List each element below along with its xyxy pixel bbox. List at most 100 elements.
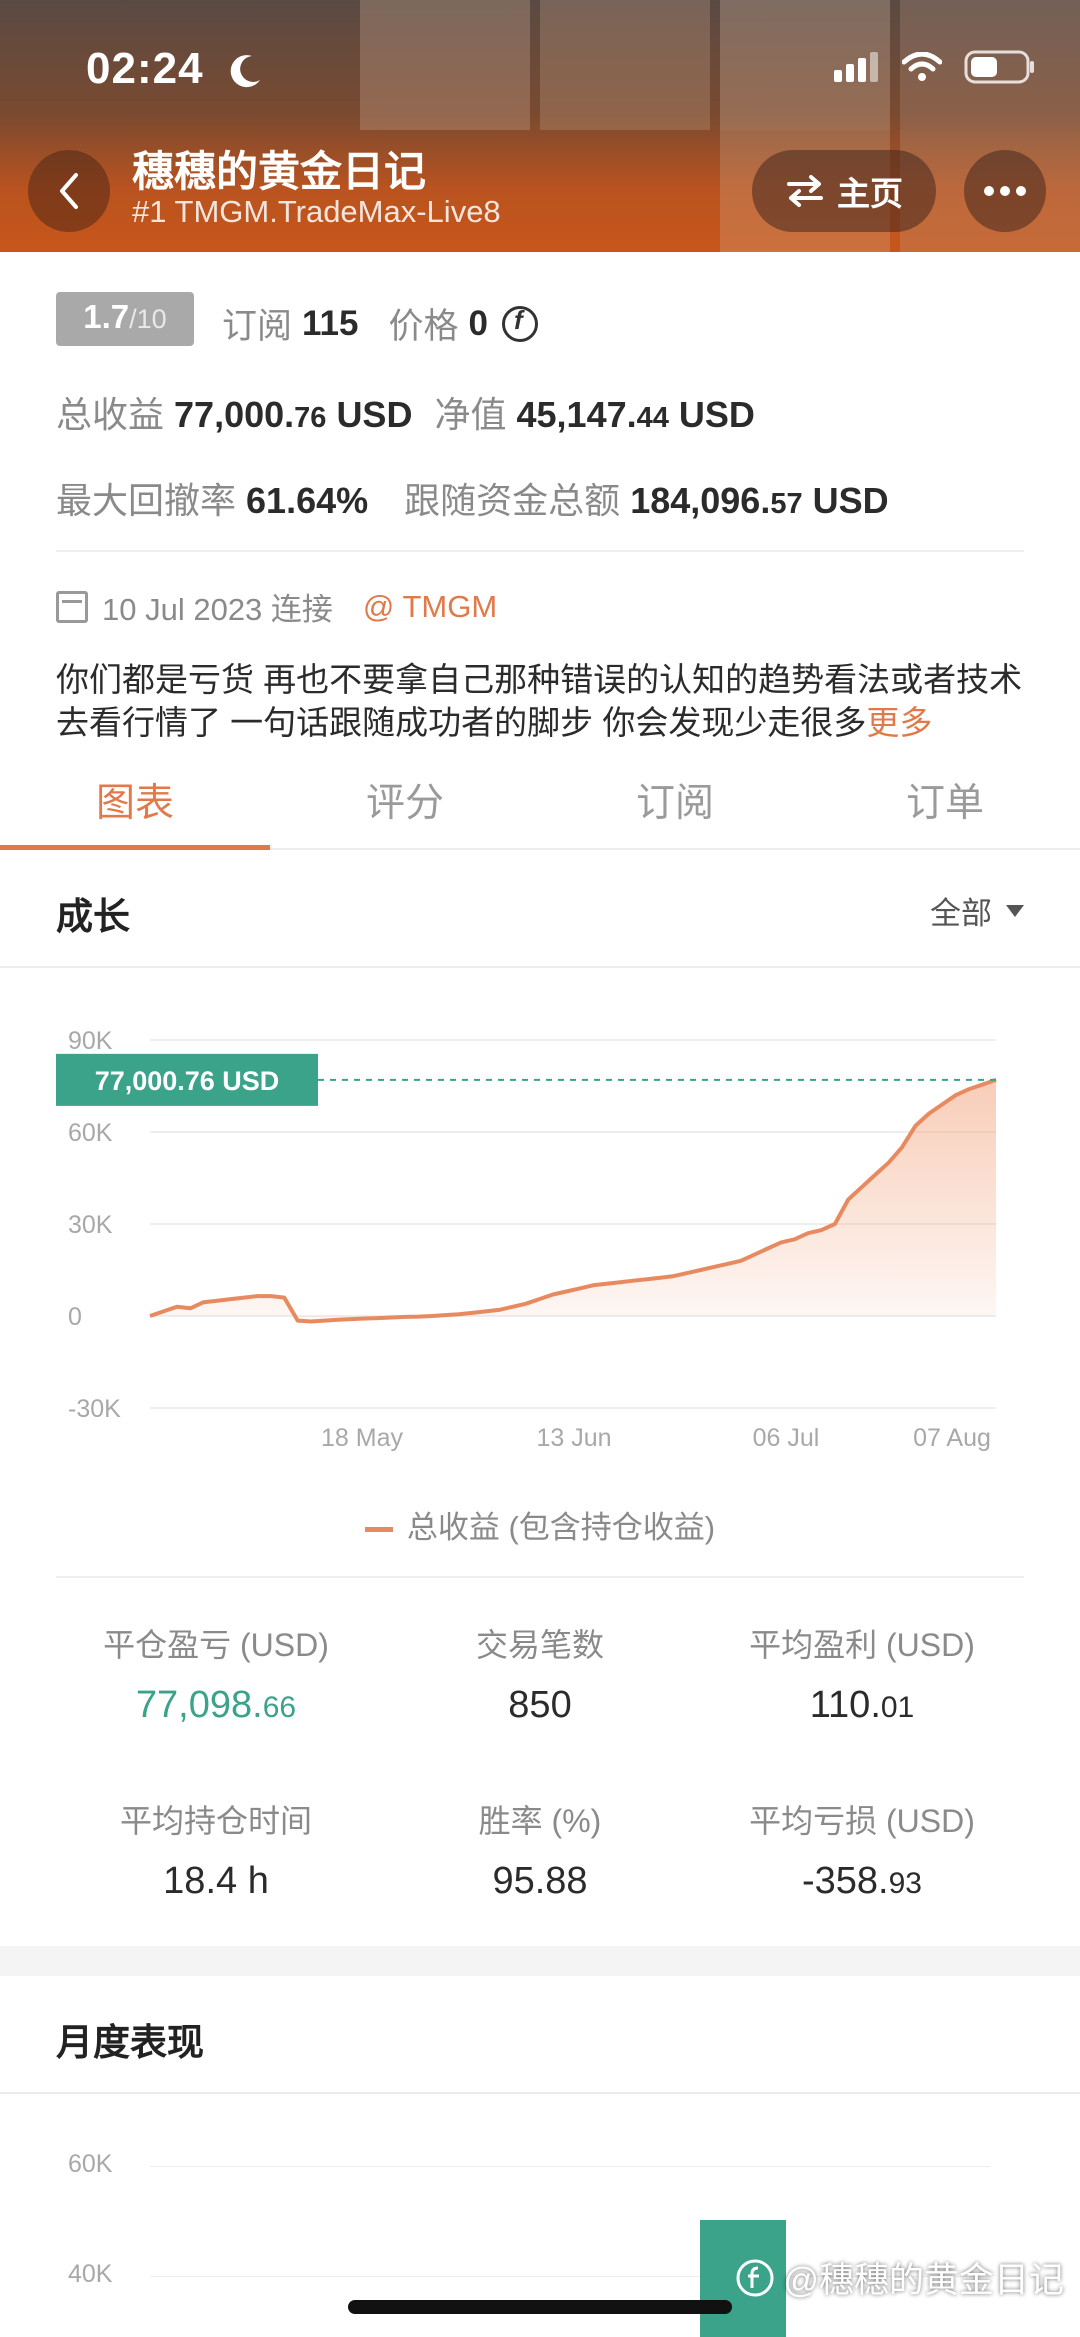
connect-row: 10 Jul 2023 连接 @ TMGM bbox=[56, 584, 497, 629]
section-gap bbox=[0, 1946, 1080, 1976]
stat-label: 交易笔数 bbox=[475, 1627, 604, 1663]
profile-header: 02:24 穗穗的黄金日记 #1 TMGM.TradeMax-Live8 主页 bbox=[0, 0, 1080, 252]
back-button[interactable] bbox=[28, 150, 110, 232]
home-button[interactable]: 主页 bbox=[752, 150, 936, 232]
more-link[interactable]: 更多 bbox=[866, 704, 932, 741]
subscribe-count: 115 bbox=[302, 303, 359, 343]
equity-unit: USD bbox=[678, 394, 755, 435]
stat-win-rate: 胜率 (%) 95.88 bbox=[390, 1796, 690, 1903]
stat-label: 平均亏损 (USD) bbox=[749, 1803, 975, 1839]
chart-area bbox=[150, 1079, 996, 1322]
stat-int: 18.4 h bbox=[163, 1860, 269, 1902]
stat-closed-pnl: 平仓盈亏 (USD) 77,098.66 bbox=[66, 1620, 366, 1727]
home-button-label: 主页 bbox=[837, 175, 903, 212]
equity-value: 45,147.44 USD bbox=[517, 394, 755, 435]
more-options-button[interactable] bbox=[964, 150, 1046, 232]
follow-funds-value: 184,096.57 USD bbox=[630, 480, 888, 521]
stat-label: 平仓盈亏 (USD) bbox=[103, 1627, 329, 1663]
stat-dec: 66 bbox=[262, 1691, 297, 1724]
tab-bar: 图表 评分 订阅 订单 bbox=[0, 760, 1080, 850]
total-profit-int: 77,000. bbox=[174, 394, 295, 435]
status-time: 02:24 bbox=[86, 44, 204, 93]
stat-label: 胜率 (%) bbox=[478, 1803, 602, 1839]
max-drawdown-value: 61.64% bbox=[246, 480, 369, 521]
swap-icon bbox=[787, 175, 823, 207]
strategy-description: 你们都是亏货 再也不要拿自己那种错误的认知的趋势看法或者技术去看行情了 一句话跟… bbox=[56, 658, 1036, 744]
wifi-icon bbox=[902, 52, 942, 81]
chart-y-tick: -30K bbox=[68, 1395, 121, 1423]
stat-value: 95.88 bbox=[390, 1860, 690, 1903]
weibo-logo-icon bbox=[736, 2259, 774, 2296]
stat-label: 平均盈利 (USD) bbox=[749, 1627, 975, 1663]
equity-label: 净值 bbox=[434, 394, 507, 435]
follow-funds-unit: USD bbox=[812, 480, 889, 521]
watermark: @穗穗的黄金日记 bbox=[735, 2252, 1064, 2303]
stat-int: 77,098. bbox=[135, 1684, 263, 1726]
stat-dec: 01 bbox=[880, 1691, 915, 1724]
monthly-y-tick: 60K bbox=[68, 2150, 113, 2178]
legend-swatch bbox=[364, 1527, 393, 1533]
range-dropdown[interactable]: 全部 bbox=[930, 888, 1024, 933]
home-indicator[interactable] bbox=[348, 2300, 732, 2314]
chart-x-tick: 07 Aug bbox=[913, 1424, 991, 1452]
equity-dec: 44 bbox=[636, 402, 669, 434]
follow-funds-dec: 57 bbox=[770, 488, 803, 520]
caret-down-icon bbox=[1006, 904, 1024, 917]
chevron-left-icon bbox=[60, 173, 78, 209]
chart-x-tick: 13 Jun bbox=[536, 1424, 611, 1452]
rating-badge: 1.7 /10 bbox=[56, 292, 194, 346]
battery-icon bbox=[964, 50, 1034, 84]
total-profit-dec: 76 bbox=[294, 402, 327, 434]
stat-int: -358. bbox=[802, 1860, 889, 1902]
chart-y-tick: 90K bbox=[68, 1027, 113, 1055]
stat-value: 77,098.66 bbox=[66, 1684, 366, 1727]
growth-header-divider bbox=[0, 966, 1080, 968]
stat-int: 110. bbox=[809, 1684, 881, 1726]
stat-value: -358.93 bbox=[712, 1860, 1012, 1903]
stat-avg-hold-time: 平均持仓时间 18.4 h bbox=[66, 1796, 366, 1903]
tab-chart[interactable]: 图表 bbox=[0, 760, 270, 850]
monthly-y-tick: 40K bbox=[68, 2260, 113, 2288]
stat-int: 850 bbox=[508, 1684, 572, 1726]
total-profit-unit: USD bbox=[336, 394, 413, 435]
growth-title: 成长 bbox=[56, 896, 130, 937]
price-value: 0 bbox=[468, 303, 488, 343]
legend-label: 总收益 (包含持仓收益) bbox=[406, 1510, 716, 1545]
stat-avg-profit: 平均盈利 (USD) 110.01 bbox=[712, 1620, 1012, 1727]
total-profit-value: 77,000.76 USD bbox=[174, 394, 412, 435]
signal-icon bbox=[834, 52, 878, 82]
stat-avg-loss: 平均亏损 (USD) -358.93 bbox=[712, 1796, 1012, 1903]
tab-rating[interactable]: 评分 bbox=[270, 760, 540, 848]
chart-x-tick: 06 Jul bbox=[753, 1424, 820, 1452]
drawdown-funds-row: 最大回撤率 61.64% 跟随资金总额 184,096.57 USD bbox=[56, 472, 889, 524]
tab-orders[interactable]: 订单 bbox=[810, 760, 1080, 848]
chart-y-tick: 0 bbox=[68, 1303, 82, 1331]
subscribe-label: 订阅 bbox=[222, 307, 293, 346]
status-icons bbox=[834, 50, 1036, 84]
stat-int: 95.88 bbox=[492, 1860, 588, 1902]
chart-current-value-label: 77,000.76 USD bbox=[95, 1066, 280, 1096]
page-title: 穗穗的黄金日记 bbox=[132, 148, 427, 195]
legend-divider bbox=[56, 1576, 1024, 1578]
stat-value: 850 bbox=[390, 1684, 690, 1727]
profit-equity-row: 总收益 77,000.76 USD 净值 45,147.44 USD bbox=[56, 386, 755, 438]
tab-subscribe[interactable]: 订阅 bbox=[540, 760, 810, 848]
rating-score: 1.7 bbox=[83, 298, 130, 335]
total-profit-label: 总收益 bbox=[56, 394, 165, 435]
monthly-header-divider bbox=[0, 2092, 1080, 2094]
growth-chart: 90K 60K 30K 0 -30K 18 May 13 Jun 06 Jul 07 Aug 77… bbox=[56, 1027, 997, 1452]
subscribe-price-row: 订阅 115 价格 0 bbox=[222, 298, 538, 349]
stat-label: 平均持仓时间 bbox=[119, 1803, 312, 1839]
stat-trade-count: 交易笔数 850 bbox=[390, 1620, 690, 1727]
rating-denominator: /10 bbox=[129, 304, 167, 334]
follow-funds-int: 184,096. bbox=[630, 480, 771, 521]
account-subtitle: #1 TMGM.TradeMax-Live8 bbox=[132, 194, 501, 229]
coin-icon bbox=[501, 305, 538, 342]
stat-dec: 93 bbox=[888, 1867, 922, 1900]
chart-y-tick: 30K bbox=[68, 1211, 113, 1239]
chart-x-tick: 18 May bbox=[321, 1424, 403, 1452]
info-divider bbox=[56, 550, 1024, 552]
equity-int: 45,147. bbox=[516, 394, 637, 435]
broker-link[interactable]: @ TMGM bbox=[363, 589, 497, 625]
monthly-gridline bbox=[150, 2166, 990, 2167]
